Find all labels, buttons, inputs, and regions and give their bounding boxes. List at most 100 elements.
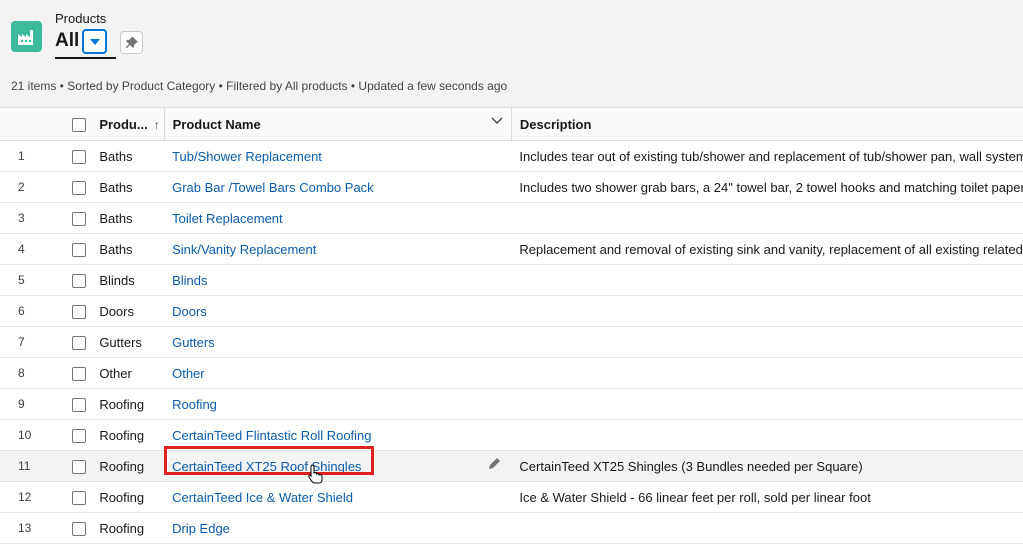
list-summary: 21 items • Sorted by Product Category • … xyxy=(11,79,508,93)
product-name-link[interactable]: Gutters xyxy=(172,335,215,350)
row-checkbox-cell xyxy=(66,264,89,296)
row-checkbox[interactable] xyxy=(72,211,87,226)
description-cell xyxy=(511,326,1023,358)
chevron-down-icon[interactable] xyxy=(491,117,503,125)
list-view-header: Products All 21 items • Sorted by Produc… xyxy=(0,0,1023,107)
table-row: 4 Baths Sink/Vanity Replacement Replacement… xyxy=(0,233,1023,265)
description-cell: CertainTeed XT25 Shingles (3 Bundles nee… xyxy=(511,450,1023,482)
product-name-link[interactable]: Doors xyxy=(172,304,207,319)
row-checkbox[interactable] xyxy=(72,521,87,536)
product-name-cell: CertainTeed Ice & Water Shield xyxy=(164,481,512,513)
list-view-dropdown-button[interactable] xyxy=(82,29,107,54)
object-label: Products xyxy=(55,11,107,26)
row-number: 4 xyxy=(0,233,67,265)
product-name-link[interactable]: Blinds xyxy=(172,273,207,288)
product-category-cell: Blinds xyxy=(88,264,165,296)
row-checkbox[interactable] xyxy=(72,304,87,319)
row-checkbox[interactable] xyxy=(72,428,87,443)
description-cell xyxy=(511,388,1023,420)
product-category-cell: Gutters xyxy=(88,326,165,358)
view-underline xyxy=(55,57,116,59)
description-cell: Replacement and removal of existing sink… xyxy=(511,233,1023,265)
pencil-icon[interactable] xyxy=(488,456,502,470)
table-row: 8 Other Other xyxy=(0,357,1023,389)
row-checkbox-cell xyxy=(66,481,89,513)
product-icon xyxy=(11,21,42,52)
column-header-description[interactable]: Description xyxy=(510,107,1023,141)
product-category-cell: Baths xyxy=(88,171,165,203)
product-name-link[interactable]: Tub/Shower Replacement xyxy=(172,149,322,164)
row-number: 11 xyxy=(0,450,67,482)
row-checkbox[interactable] xyxy=(72,397,87,412)
table-row: 11 Roofing CertainTeed XT25 Roof Shingles C… xyxy=(0,450,1023,482)
row-checkbox-cell xyxy=(66,388,89,420)
product-name-cell: Toilet Replacement xyxy=(164,202,512,234)
row-checkbox[interactable] xyxy=(72,273,87,288)
row-checkbox[interactable] xyxy=(72,149,87,164)
chevron-down-icon xyxy=(89,38,100,45)
product-category-cell: Roofing xyxy=(88,481,165,513)
row-checkbox-cell xyxy=(66,202,89,234)
description-cell xyxy=(511,202,1023,234)
table-header-row: Produ... ↑ Product Name Description xyxy=(0,107,1023,141)
row-checkbox[interactable] xyxy=(72,459,87,474)
pin-button[interactable] xyxy=(120,31,143,54)
product-name-cell: Doors xyxy=(164,295,512,327)
row-number: 1 xyxy=(0,140,67,172)
product-name-link[interactable]: Roofing xyxy=(172,397,217,412)
product-name-link[interactable]: CertainTeed Flintastic Roll Roofing xyxy=(172,428,371,443)
row-checkbox-cell xyxy=(66,233,89,265)
table-row: 1 Baths Tub/Shower Replacement Includes tea… xyxy=(0,140,1023,172)
table-row: 10 Roofing CertainTeed Flintastic Roll Roo… xyxy=(0,419,1023,451)
description-cell xyxy=(511,512,1023,544)
description-cell xyxy=(511,264,1023,296)
product-name-cell: Grab Bar /Towel Bars Combo Pack xyxy=(164,171,512,203)
description-cell: Includes two shower grab bars, a 24" tow… xyxy=(511,171,1023,203)
product-name-cell: Roofing xyxy=(164,388,512,420)
product-category-cell: Baths xyxy=(88,140,165,172)
list-view-name: All xyxy=(55,30,80,51)
product-name-cell: Blinds xyxy=(164,264,512,296)
description-cell xyxy=(511,357,1023,389)
product-category-cell: Roofing xyxy=(88,512,165,544)
row-number: 3 xyxy=(0,202,67,234)
table-row: 6 Doors Doors xyxy=(0,295,1023,327)
product-category-cell: Doors xyxy=(88,295,165,327)
row-checkbox[interactable] xyxy=(72,335,87,350)
row-number: 8 xyxy=(0,357,67,389)
product-category-cell: Baths xyxy=(88,233,165,265)
product-name-link[interactable]: Grab Bar /Towel Bars Combo Pack xyxy=(172,180,374,195)
sort-ascending-icon: ↑ xyxy=(153,117,160,132)
row-checkbox-cell xyxy=(66,357,89,389)
product-name-link[interactable]: CertainTeed Ice & Water Shield xyxy=(172,490,353,505)
table-row: 13 Roofing Drip Edge xyxy=(0,512,1023,544)
row-checkbox-cell xyxy=(66,450,89,482)
row-number: 13 xyxy=(0,512,67,544)
row-number: 2 xyxy=(0,171,67,203)
row-checkbox[interactable] xyxy=(72,366,87,381)
product-name-link[interactable]: Drip Edge xyxy=(172,521,230,536)
description-cell xyxy=(511,295,1023,327)
product-name-link[interactable]: Toilet Replacement xyxy=(172,211,283,226)
product-name-cell: Tub/Shower Replacement xyxy=(164,140,512,172)
row-checkbox[interactable] xyxy=(72,180,87,195)
product-name-cell: Drip Edge xyxy=(164,512,512,544)
table-row: 2 Baths Grab Bar /Towel Bars Combo Pack Inc… xyxy=(0,171,1023,203)
row-number-header xyxy=(0,107,67,141)
row-checkbox-cell xyxy=(66,326,89,358)
column-header-product-name[interactable]: Product Name xyxy=(163,107,512,141)
row-checkbox[interactable] xyxy=(72,490,87,505)
products-table: Produ... ↑ Product Name Description 1 Bath… xyxy=(0,107,1023,544)
row-checkbox[interactable] xyxy=(72,242,87,257)
product-name-link[interactable]: Other xyxy=(172,366,205,381)
product-category-cell: Roofing xyxy=(88,450,165,482)
column-header-category[interactable]: Produ... ↑ xyxy=(88,107,177,141)
table-row: 9 Roofing Roofing xyxy=(0,388,1023,420)
row-checkbox-cell xyxy=(66,171,89,203)
select-all-checkbox[interactable] xyxy=(72,117,87,132)
product-name-link[interactable]: Sink/Vanity Replacement xyxy=(172,242,316,257)
row-checkbox-cell xyxy=(66,512,89,544)
product-name-cell: Sink/Vanity Replacement xyxy=(164,233,512,265)
highlight-annotation xyxy=(164,446,374,475)
row-checkbox-cell xyxy=(66,295,89,327)
